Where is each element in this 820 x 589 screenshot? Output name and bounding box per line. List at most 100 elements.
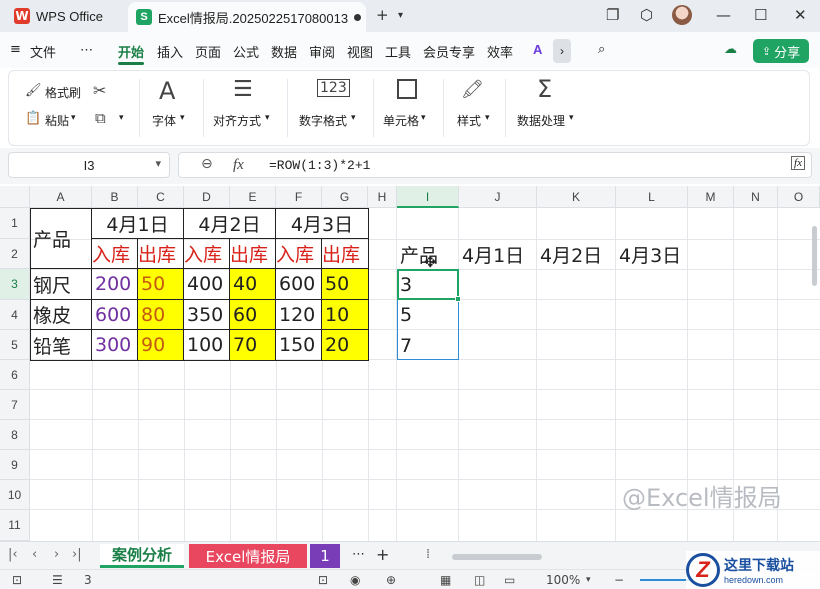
cloud-sync-icon[interactable]: ☁ [724,42,737,57]
cell-f1[interactable]: 4月3日 [276,208,369,239]
row-header-10[interactable]: 10 [0,480,30,510]
chevron-down-icon[interactable]: ▾ [398,10,403,21]
avatar[interactable] [672,5,692,25]
eye-icon[interactable]: ◉ [350,573,360,587]
column-header-g[interactable]: G [322,186,368,208]
previous-sheet-icon[interactable]: ‹ [32,547,37,562]
cell-chevron-icon[interactable]: ▾ [421,112,426,123]
row-header-7[interactable]: 7 [0,390,30,420]
formula-input[interactable]: ⊖ fx =ROW(1:3)*2+1 fx [178,152,812,178]
zoom-icon[interactable]: ⊖ [201,156,213,172]
number-format-button[interactable]: 数字格式 [299,112,347,129]
column-header-a[interactable]: A [30,186,92,208]
hamburger-icon[interactable]: ≡ [10,42,21,57]
paste-chevron-icon[interactable]: ▾ [71,112,76,123]
menu-home[interactable]: 开始 [118,42,144,61]
paste-button[interactable]: 粘贴 [45,112,69,129]
cell-g4[interactable]: 10 [322,300,369,330]
cell-c3[interactable]: 50 [138,269,184,300]
cell-f3[interactable]: 600 [276,269,322,300]
cell-d4[interactable]: 350 [184,300,230,330]
cell-b3[interactable]: 200 [92,269,138,300]
row-header-1[interactable]: 1 [0,208,30,239]
cell-b5[interactable]: 300 [92,330,138,361]
cell-e5[interactable]: 70 [230,330,276,361]
cell-a5[interactable]: 铅笔 [30,330,92,361]
ai-icon[interactable]: A [533,42,542,57]
add-sheet-button[interactable]: + [376,545,389,564]
row-header-3[interactable]: 3 [0,269,30,300]
menu-view[interactable]: 视图 [347,42,373,61]
plus-icon[interactable]: + [376,6,389,24]
more-sheets-button[interactable]: ⋯ [352,547,365,562]
cell-c2[interactable]: 出库 [138,239,184,269]
menu-review[interactable]: 审阅 [309,42,335,61]
search-icon[interactable]: ⌕ [598,42,605,57]
cut-icon[interactable]: ✂ [93,81,106,100]
column-header-c[interactable]: C [138,186,184,208]
data-processing-button[interactable]: 数据处理 [517,112,565,129]
restore-icon[interactable]: ❐ [606,6,619,24]
horizontal-scrollbar[interactable] [452,554,542,560]
cell-e2[interactable]: 出库 [230,239,276,269]
fx-icon[interactable]: fx [233,157,244,174]
cell-i4[interactable]: 5 [397,300,459,330]
cube-icon[interactable]: ⬡ [640,6,653,24]
column-header-h[interactable]: H [368,186,397,208]
cell-l2[interactable]: 4月3日 [616,239,688,269]
column-header-n[interactable]: N [734,186,778,208]
copy-icon[interactable]: ⧉ [95,109,106,127]
row-header-11[interactable]: 11 [0,510,30,541]
sheet-list-icon[interactable]: ☰ [52,573,63,587]
column-header-m[interactable]: M [688,186,734,208]
zoom-out-icon[interactable]: − [614,573,624,587]
format-painter-button[interactable]: 格式刷 [45,84,81,101]
cell-b1[interactable]: 4月1日 [92,208,184,239]
next-sheet-icon[interactable]: › [54,547,59,562]
cell-i5[interactable]: 7 [397,330,459,361]
cell-b4[interactable]: 600 [92,300,138,330]
font-button[interactable]: 字体 [152,112,176,129]
cell-d2[interactable]: 入库 [184,239,230,269]
protect-icon[interactable]: ⊡ [318,573,328,587]
row-header-2[interactable]: 2 [0,239,30,269]
select-all-corner[interactable] [0,186,30,208]
row-header-4[interactable]: 4 [0,300,30,330]
cell-g2[interactable]: 出库 [322,239,369,269]
cell-g5[interactable]: 20 [322,330,369,361]
column-header-l[interactable]: L [616,186,688,208]
sheet-tab-case-analysis[interactable]: 案例分析 [100,544,184,568]
zoom-level[interactable]: 100% [546,573,580,587]
column-header-k[interactable]: K [537,186,616,208]
menu-file[interactable]: 文件 [30,42,56,61]
cell-f2[interactable]: 入库 [276,239,322,269]
spreadsheet-grid[interactable]: A B C D E F G H I J K L M N O 1 2 3 4 5 … [0,186,820,541]
font-chevron-icon[interactable]: ▾ [180,112,185,123]
zoom-chevron-icon[interactable]: ▾ [586,575,591,585]
close-icon[interactable]: ✕ [794,6,807,24]
align-button[interactable]: 对齐方式 [213,112,261,129]
column-header-d[interactable]: D [184,186,230,208]
formula-expand-icon[interactable]: fx [791,156,805,170]
cell-f5[interactable]: 150 [276,330,322,361]
share-button[interactable]: ⇪ 分享 [753,39,809,63]
cell-d1[interactable]: 4月2日 [184,208,276,239]
cell-d5[interactable]: 100 [184,330,230,361]
menu-formula[interactable]: 公式 [233,42,259,61]
first-sheet-icon[interactable]: |‹ [8,547,18,562]
align-chevron-icon[interactable]: ▾ [265,112,270,123]
column-header-b[interactable]: B [92,186,138,208]
last-sheet-icon[interactable]: ›| [72,547,82,562]
sheet-tab-excel-bureau[interactable]: Excel情报局 [189,544,307,568]
cell-j2[interactable]: 4月1日 [459,239,537,269]
cell-a4[interactable]: 橡皮 [30,300,92,330]
column-header-o[interactable]: O [778,186,820,208]
column-header-f[interactable]: F [276,186,322,208]
style-chevron-icon[interactable]: ▾ [485,112,490,123]
cell-e3[interactable]: 40 [230,269,276,300]
cell-a3[interactable]: 钢尺 [30,269,92,300]
row-header-6[interactable]: 6 [0,360,30,390]
sheet-tab-1[interactable]: 1 [310,544,340,568]
minimize-icon[interactable]: — [716,6,731,24]
cell-f4[interactable]: 120 [276,300,322,330]
